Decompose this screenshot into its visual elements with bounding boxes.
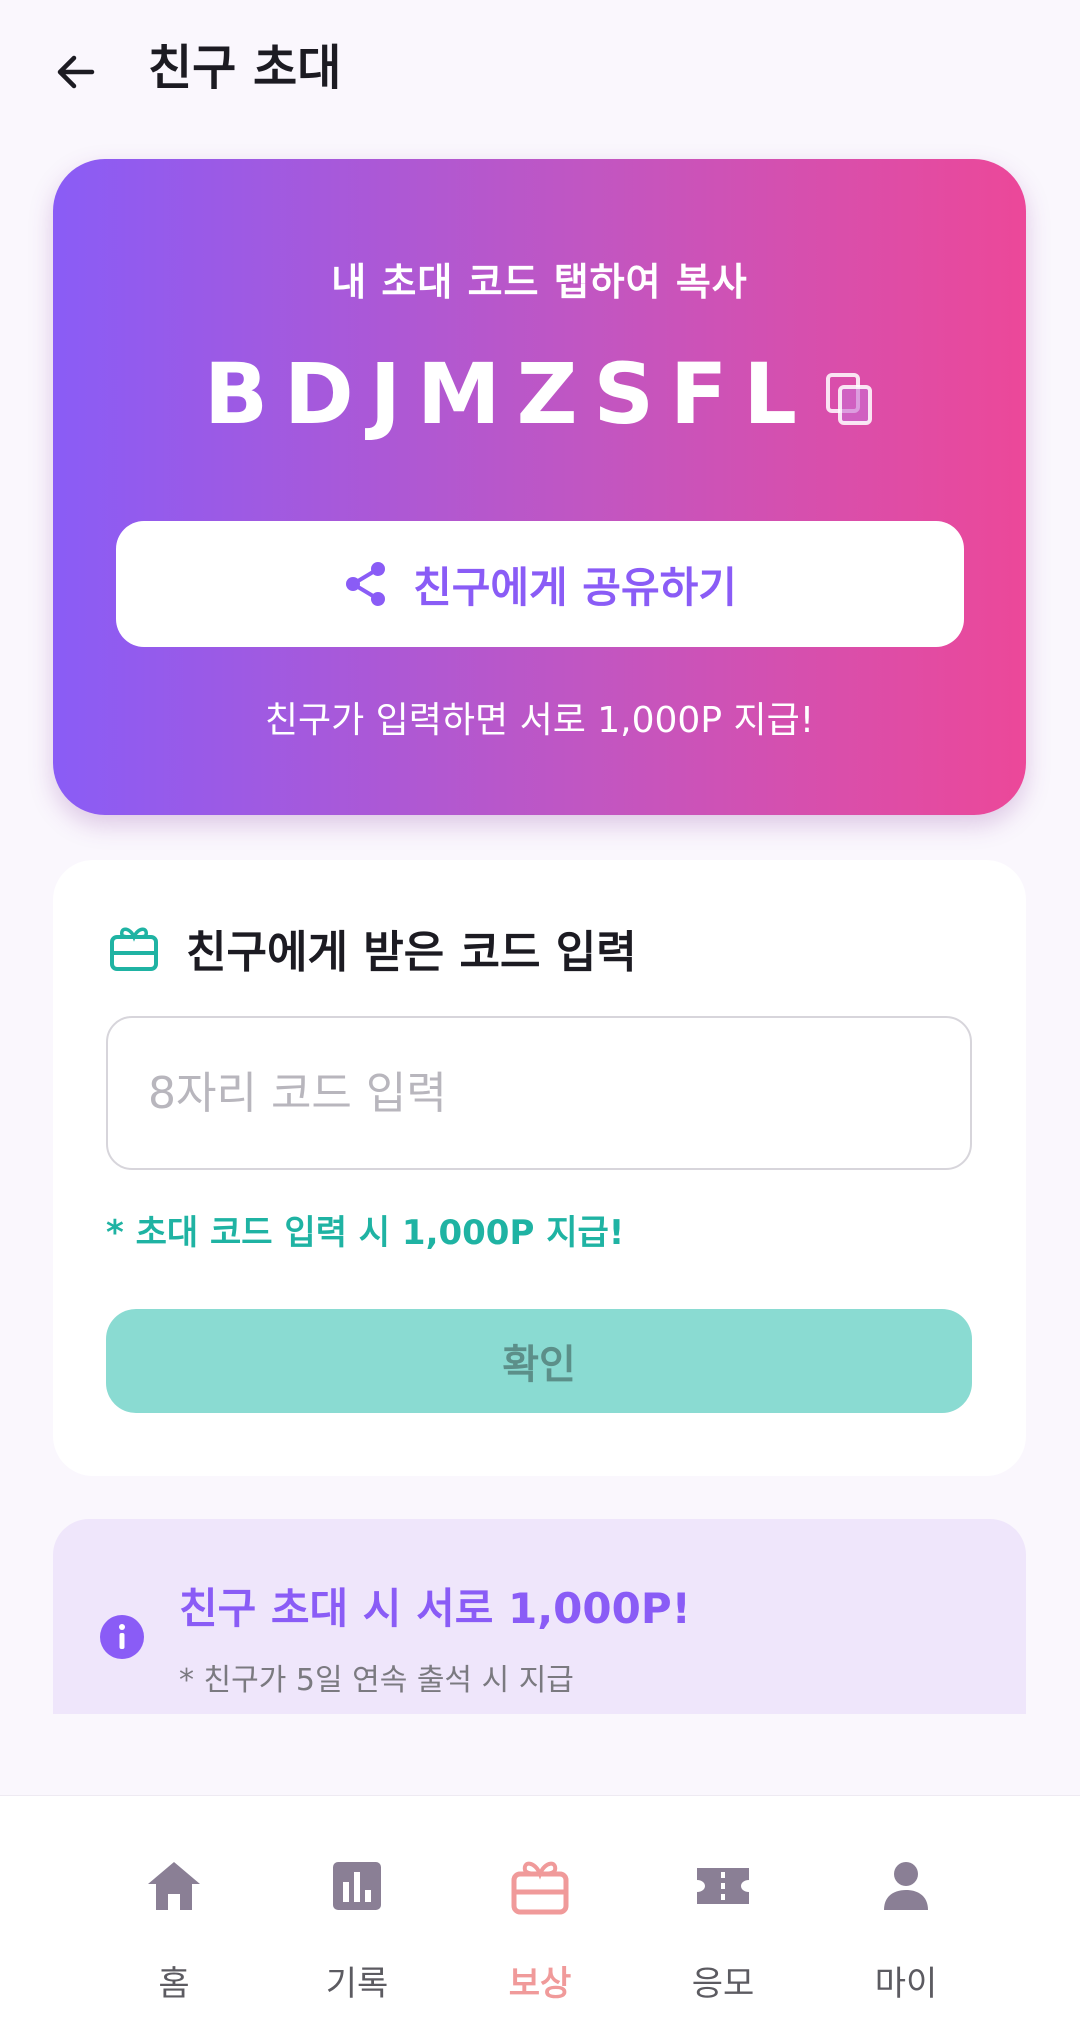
code-reward-hint: * 초대 코드 입력 시 1,000P 지급! bbox=[106, 1213, 625, 1253]
arrow-left-icon bbox=[57, 55, 95, 89]
friend-code-input[interactable] bbox=[106, 1016, 972, 1170]
person-icon bbox=[884, 1862, 928, 1910]
share-icon bbox=[346, 562, 386, 606]
invite-code-label: 내 초대 코드 탭하여 복사 bbox=[331, 260, 748, 304]
info-icon bbox=[100, 1615, 144, 1659]
nav-label-my: 마이 bbox=[874, 1964, 938, 2004]
chart-icon bbox=[333, 1862, 381, 1910]
my-invite-code-card[interactable]: 내 초대 코드 탭하여 복사 BDJMZSFL 친구에게 공유하기 친구가 입력… bbox=[53, 159, 1026, 815]
nav-item-my[interactable]: 마이 bbox=[831, 1796, 981, 2021]
info-banner-subtitle: * 친구가 5일 연속 출석 시 지급 bbox=[179, 1663, 574, 1698]
invite-reward-note: 친구가 입력하면 서로 1,000P 지급! bbox=[264, 700, 815, 741]
invite-code-row[interactable]: BDJMZSFL bbox=[53, 344, 1026, 444]
confirm-button[interactable]: 확인 bbox=[106, 1309, 972, 1413]
page-title: 친구 초대 bbox=[148, 40, 342, 96]
back-button[interactable] bbox=[44, 40, 108, 104]
gift-icon bbox=[511, 1861, 569, 1915]
nav-item-home[interactable]: 홈 bbox=[99, 1796, 249, 2021]
nav-label-entries: 응모 bbox=[691, 1964, 755, 2004]
gift-icon bbox=[110, 927, 158, 971]
ticket-icon bbox=[697, 1868, 749, 1904]
code-card-title-row: 친구에게 받은 코드 입력 bbox=[108, 916, 637, 980]
copy-icon[interactable] bbox=[825, 372, 875, 428]
nav-item-rewards[interactable]: 보상 bbox=[465, 1796, 615, 2021]
nav-item-entries[interactable]: 응모 bbox=[648, 1796, 798, 2021]
invite-code[interactable]: BDJMZSFL bbox=[204, 344, 813, 444]
nav-label-records: 기록 bbox=[325, 1964, 389, 2004]
info-banner: 친구 초대 시 서로 1,000P! * 친구가 5일 연속 출석 시 지급 bbox=[53, 1519, 1026, 1714]
share-button-label: 친구에게 공유하기 bbox=[413, 562, 737, 612]
bottom-navigation: 홈 기록 보상 응모 마이 bbox=[0, 1795, 1080, 2021]
nav-label-rewards: 보상 bbox=[508, 1964, 572, 2004]
app-header: 친구 초대 bbox=[0, 0, 1080, 140]
nav-label-home: 홈 bbox=[158, 1964, 190, 2004]
enter-friend-code-card: 친구에게 받은 코드 입력 * 초대 코드 입력 시 1,000P 지급! 확인 bbox=[53, 860, 1026, 1476]
home-icon bbox=[148, 1862, 200, 1910]
share-to-friend-button[interactable]: 친구에게 공유하기 bbox=[116, 521, 964, 647]
code-card-title: 친구에게 받은 코드 입력 bbox=[186, 927, 637, 978]
nav-item-records[interactable]: 기록 bbox=[282, 1796, 432, 2021]
info-banner-title: 친구 초대 시 서로 1,000P! bbox=[179, 1584, 691, 1633]
